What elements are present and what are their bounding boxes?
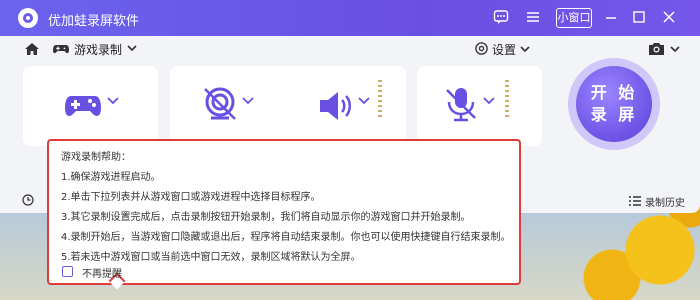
webcam-off-icon xyxy=(204,87,236,120)
system-audio-card[interactable] xyxy=(306,66,406,146)
settings-button[interactable]: 设置 xyxy=(492,41,516,58)
speaker-level-indicator xyxy=(378,80,382,120)
speaker-icon xyxy=(320,92,351,120)
help-title: 游戏录制帮助： xyxy=(61,152,131,163)
game-record-help-popup: 游戏录制帮助： 1.确保游戏进程启动。 2.单击下拉列表并从游戏窗口或游戏进程中… xyxy=(47,139,521,290)
camera-icon[interactable] xyxy=(648,41,665,56)
mini-window-button[interactable]: 小窗口 xyxy=(556,8,592,28)
dont-remind-label[interactable]: 不再提醒 xyxy=(82,265,122,280)
gamepad-icon xyxy=(53,45,69,54)
app-title: 优加蛙录屏软件 xyxy=(48,14,140,29)
microphone-card[interactable] xyxy=(417,66,542,146)
game-source-chevron-down-icon[interactable] xyxy=(107,94,119,106)
clock-icon[interactable] xyxy=(22,194,34,206)
help-line: 5.若未选中游戏窗口或当前选中窗口无效，录制区域将默认为全屏。 xyxy=(61,252,361,263)
sub-toolbar: 游戏录制 设置 xyxy=(0,36,700,62)
help-line: 4.录制开始后，当游戏窗口隐藏或退出后，程序将自动结束录制。你也可以使用快捷键自… xyxy=(61,232,511,243)
webcam-chevron-down-icon[interactable] xyxy=(242,94,254,106)
dont-remind-checkbox[interactable] xyxy=(62,266,73,277)
message-icon[interactable] xyxy=(492,9,510,27)
game-source-card[interactable] xyxy=(23,66,158,146)
record-button-line2: 录 屏 xyxy=(590,105,638,124)
record-history-button[interactable]: 录制历史 xyxy=(645,194,685,209)
menu-icon[interactable] xyxy=(524,9,542,27)
maximize-icon[interactable] xyxy=(630,9,648,27)
speaker-chevron-down-icon[interactable] xyxy=(358,94,370,106)
mode-selector-label[interactable]: 游戏录制 xyxy=(74,41,122,58)
help-line: 3.其它录制设置完成后，点击录制按钮开始录制，我们将自动显示你的游戏窗口并开始录… xyxy=(61,212,471,223)
microphone-level-indicator xyxy=(505,80,509,120)
help-line: 1.确保游戏进程启动。 xyxy=(61,172,161,183)
camera-chevron-down-icon[interactable] xyxy=(670,44,680,54)
help-line: 2.单击下拉列表并从游戏窗口或游戏进程中选择目标程序。 xyxy=(61,192,321,203)
settings-chevron-down-icon[interactable] xyxy=(520,44,530,54)
record-button-line1: 开 始 xyxy=(590,83,638,102)
app-logo-icon xyxy=(18,8,38,28)
gear-icon[interactable] xyxy=(474,41,489,56)
title-bar[interactable]: 优加蛙录屏软件 小窗口 xyxy=(0,0,700,36)
home-icon[interactable] xyxy=(24,41,40,57)
minimize-icon[interactable] xyxy=(602,9,620,27)
chevron-down-icon[interactable] xyxy=(127,43,137,53)
history-list-icon[interactable] xyxy=(629,196,641,206)
close-icon[interactable] xyxy=(660,9,678,27)
start-recording-button[interactable]: 开 始 录 屏 xyxy=(576,66,652,142)
microphone-chevron-down-icon[interactable] xyxy=(483,94,495,106)
microphone-off-icon xyxy=(446,88,476,122)
gamepad-icon xyxy=(65,96,101,116)
